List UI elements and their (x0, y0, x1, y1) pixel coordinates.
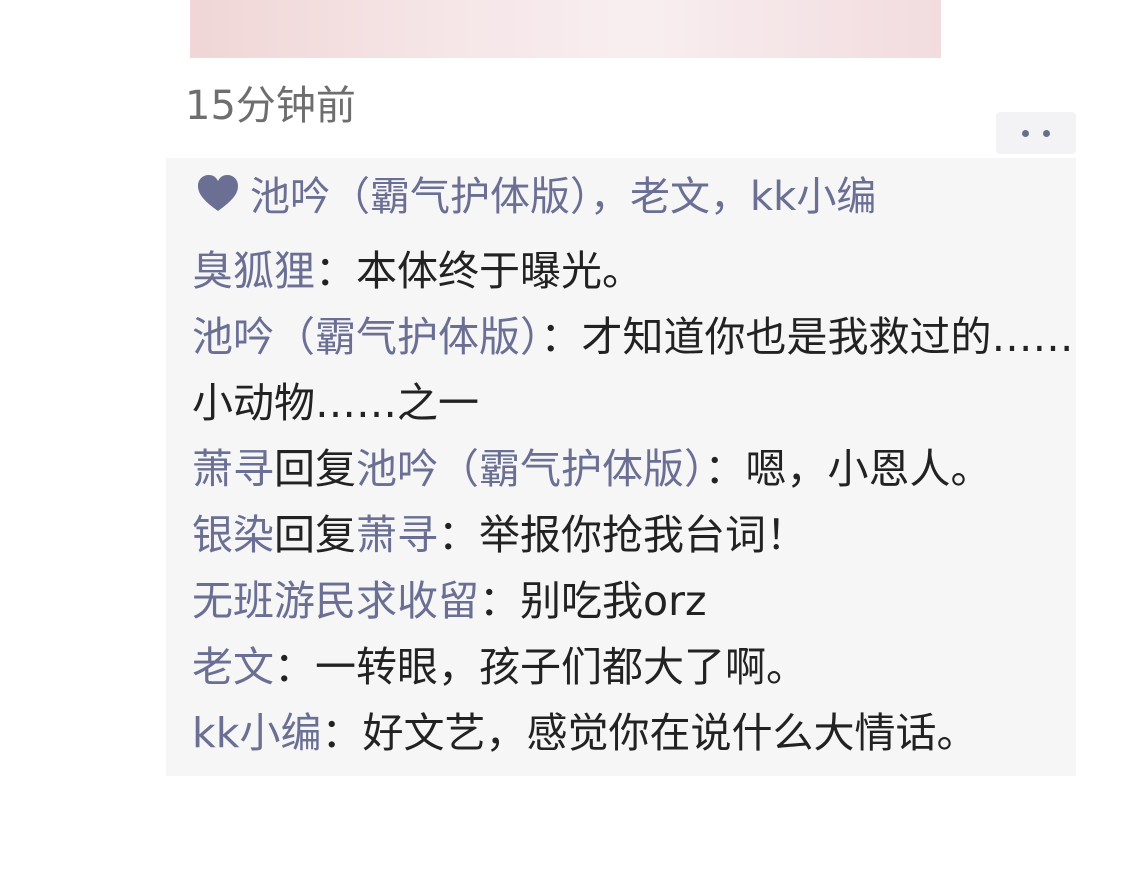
comment-colon: ： (315, 247, 356, 295)
comment-list: 臭狐狸：本体终于曝光。 池吟（霸气护体版）：才知道你也是我救过的……小动物……之… (192, 238, 1076, 766)
comment-colon: ： (321, 709, 363, 757)
comment-author[interactable]: kk小编 (192, 709, 322, 757)
likes-row: 池吟（霸气护体版），老文，kk小编 (196, 164, 876, 222)
heart-icon (198, 175, 238, 211)
comment-item[interactable]: 萧寻回复池吟（霸气护体版）：嗯，小恩人。 (192, 436, 1076, 502)
comment-colon: ： (479, 577, 520, 625)
comment-author[interactable]: 老文 (192, 643, 274, 691)
comment-item[interactable]: 臭狐狸：本体终于曝光。 (192, 238, 1076, 304)
comment-author[interactable]: 池吟（霸气护体版） (192, 313, 541, 361)
comment-colon: ： (438, 511, 479, 559)
comment-item[interactable]: 无班游民求收留：别吃我orz (192, 568, 1076, 634)
comment-author[interactable]: 无班游民求收留 (192, 577, 479, 625)
comment-panel: 池吟（霸气护体版），老文，kk小编 臭狐狸：本体终于曝光。 池吟（霸气护体版）：… (166, 158, 1076, 776)
comment-text: 一转眼，孩子们都大了啊。 (315, 643, 807, 691)
more-dot-icon (1022, 129, 1029, 137)
likes-names[interactable]: 池吟（霸气护体版），老文，kk小编 (250, 164, 876, 222)
more-options-button[interactable] (996, 112, 1076, 154)
comment-colon: ： (274, 643, 315, 691)
comment-colon: ： (540, 313, 582, 361)
comment-item[interactable]: kk小编：好文艺，感觉你在说什么大情话。 (192, 700, 1076, 766)
comment-text: 本体终于曝光。 (356, 247, 643, 295)
comment-author[interactable]: 臭狐狸 (192, 247, 315, 295)
comment-text: 嗯，小恩人。 (745, 445, 992, 493)
reply-word: 回复 (274, 445, 356, 493)
more-dot-icon (1043, 129, 1050, 137)
comment-author[interactable]: 银染 (192, 511, 274, 559)
comment-text: 别吃我orz (520, 577, 707, 625)
reply-target[interactable]: 萧寻 (356, 511, 438, 559)
comment-author[interactable]: 萧寻 (192, 445, 274, 493)
comment-text: 好文艺，感觉你在说什么大情话。 (362, 709, 978, 757)
post-image[interactable] (190, 0, 941, 58)
comment-item[interactable]: 银染回复萧寻：举报你抢我台词！ (192, 502, 1076, 568)
comment-item[interactable]: 老文：一转眼，孩子们都大了啊。 (192, 634, 1076, 700)
reply-word: 回复 (274, 511, 356, 559)
post-timestamp: 15分钟前 (185, 83, 356, 129)
comment-text: 举报你抢我台词！ (479, 511, 807, 559)
reply-target[interactable]: 池吟（霸气护体版） (356, 445, 705, 493)
comment-item[interactable]: 池吟（霸气护体版）：才知道你也是我救过的……小动物……之一 (192, 304, 1076, 436)
comment-colon: ： (704, 445, 746, 493)
